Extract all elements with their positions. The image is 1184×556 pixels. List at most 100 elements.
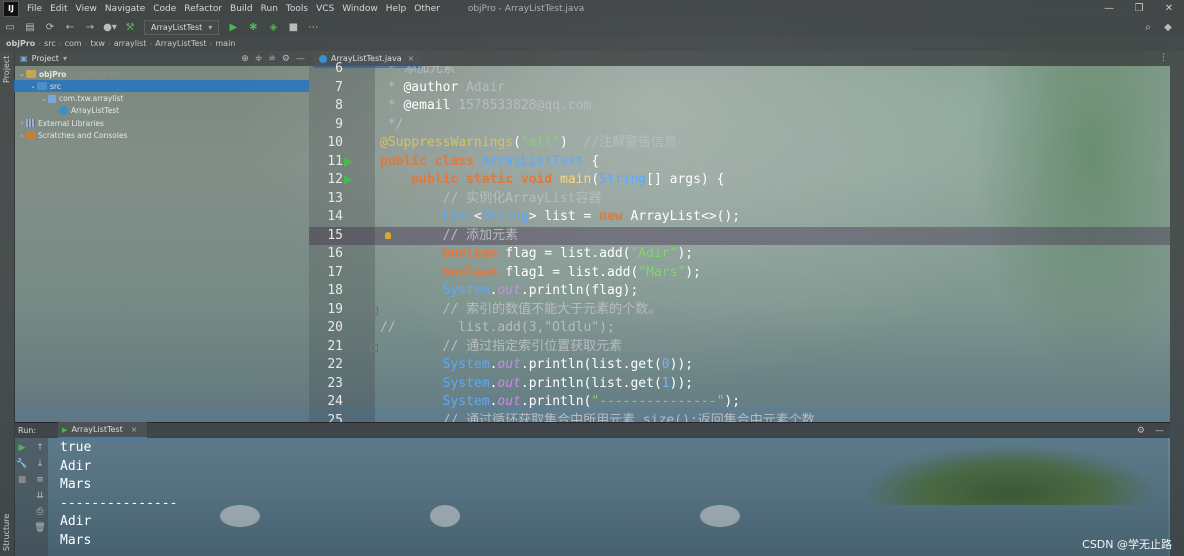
code-token: *	[380, 98, 404, 113]
run-configuration-select[interactable]: ArrayListTest ▾	[144, 19, 220, 35]
gear-icon[interactable]: ⚙	[1137, 426, 1145, 436]
run-panel-label: Run:	[18, 426, 37, 435]
back-icon[interactable]: ←	[63, 21, 77, 33]
menu-item-view[interactable]: View	[72, 4, 101, 14]
console-line: Adir	[60, 458, 92, 474]
breadcrumb-item[interactable]: src	[41, 39, 59, 48]
editor-menu-icon[interactable]: ⋮	[1159, 53, 1168, 63]
more-actions-icon[interactable]: ⋯	[306, 21, 320, 33]
breadcrumb-item[interactable]: txw	[88, 39, 108, 48]
code-token: List	[442, 209, 474, 224]
run-icon[interactable]: ▶	[226, 21, 240, 33]
build-hammer-icon[interactable]: ⚒	[123, 21, 137, 33]
code-token: @email	[403, 98, 451, 113]
menu-item-run[interactable]: Run	[257, 4, 282, 14]
forward-icon[interactable]: →	[83, 21, 97, 33]
tree-item[interactable]: ⌄ objPro F:\code\objPro	[14, 68, 122, 80]
debug-icon[interactable]: ✱	[246, 21, 260, 33]
ide-logo-icon[interactable]: ◆	[1161, 21, 1175, 33]
menu-item-other[interactable]: Other	[410, 4, 444, 14]
line-number: 18	[327, 283, 343, 298]
run-gutter-icon[interactable]	[344, 156, 352, 167]
up-icon[interactable]: ↑	[34, 443, 46, 453]
chevron-down-icon[interactable]: ▾	[63, 54, 67, 63]
trash-icon[interactable]: 🗑	[34, 523, 46, 533]
tree-item[interactable]: › External Libraries	[14, 117, 104, 129]
tree-expand-icon[interactable]: ⌄	[29, 82, 37, 90]
search-icon[interactable]: ⌕	[1141, 21, 1155, 33]
locate-icon[interactable]: ⊕	[241, 54, 249, 64]
tree-expand-icon[interactable]: ⌄	[40, 95, 48, 103]
editor-gutter[interactable]: 6 7 8 9 10 11 12 13 14 15 16 17 18 19 20 21 22 23 24 25	[309, 61, 391, 428]
tree-expand-icon[interactable]: ›	[18, 119, 26, 127]
line-number: 6	[335, 61, 343, 76]
coverage-icon[interactable]: ◈	[266, 21, 280, 33]
tree-item[interactable]: ⌄ src	[14, 80, 309, 93]
breadcrumb-item[interactable]: com	[62, 39, 85, 48]
minimize-button[interactable]: —	[1094, 0, 1124, 18]
console-line: ---------------	[60, 495, 178, 511]
tree-item[interactable]: ⌄ com.txw.arraylist	[14, 93, 123, 105]
code-token: // 通过循环获取集合中所用元素 size():返回集合中元素个数	[442, 412, 815, 423]
breadcrumb-item[interactable]: main	[212, 39, 238, 48]
structure-tool-tab[interactable]: Structure	[2, 514, 11, 551]
print-icon[interactable]: ⎙	[34, 507, 46, 517]
code-line: // 索引的数值不能大于元素的个数。	[380, 301, 661, 320]
code-editor[interactable]: * 添加元素 * @author Adair * @email 15785338…	[375, 66, 1170, 422]
sync-icon[interactable]: ⟳	[43, 21, 57, 33]
collapse-all-icon[interactable]: ≐	[268, 54, 276, 64]
code-token: .println(	[520, 394, 592, 409]
project-panel-title[interactable]: Project	[32, 54, 59, 63]
wrench-icon[interactable]: 🔧	[16, 459, 28, 469]
stop-icon[interactable]: ■	[16, 475, 28, 485]
code-token: {	[583, 153, 600, 169]
soft-wrap-icon[interactable]: ≡	[34, 475, 46, 485]
console-output[interactable]: true Adir Mars --------------- Adir Mars	[48, 437, 1168, 556]
menu-item-tools[interactable]: Tools	[282, 4, 312, 14]
hide-icon[interactable]: —	[296, 54, 305, 64]
expand-all-icon[interactable]: ≑	[255, 54, 263, 64]
rerun-icon[interactable]: ▶	[16, 443, 28, 453]
menu-item-edit[interactable]: Edit	[46, 4, 71, 14]
open-folder-icon[interactable]: ▭	[3, 21, 17, 33]
menu-item-help[interactable]: Help	[382, 4, 411, 14]
menu-item-file[interactable]: File	[23, 4, 46, 14]
user-icon[interactable]: ●▾	[103, 21, 117, 33]
stop-icon[interactable]: ■	[286, 21, 300, 33]
close-tab-icon[interactable]: ×	[131, 425, 138, 434]
run-gutter-icon[interactable]	[344, 175, 352, 185]
maximize-button[interactable]: ❐	[1124, 0, 1154, 18]
close-tab-icon[interactable]: ×	[408, 54, 415, 63]
scroll-to-end-icon[interactable]: ⇊	[34, 491, 46, 501]
run-tab-label: ArrayListTest	[71, 425, 123, 434]
hide-icon[interactable]: —	[1155, 426, 1164, 436]
close-button[interactable]: ✕	[1154, 0, 1184, 18]
tree-item[interactable]: ArrayListTest	[14, 105, 119, 117]
code-token: System	[442, 375, 490, 391]
menu-item-refactor[interactable]: Refactor	[180, 4, 226, 14]
gear-icon[interactable]: ⚙	[282, 54, 290, 64]
code-token: 0	[661, 357, 670, 372]
menu-item-navigate[interactable]: Navigate	[101, 4, 149, 14]
tree-expand-icon[interactable]: ›	[18, 132, 26, 140]
breadcrumb-item[interactable]: objPro	[0, 39, 38, 48]
project-tool-tab[interactable]: Project	[2, 56, 11, 83]
line-number: 10	[327, 135, 343, 150]
code-line: * @email 1578533828@qq.com	[380, 97, 592, 116]
right-tool-stripe	[1170, 51, 1184, 556]
tree-expand-icon[interactable]: ⌄	[18, 70, 26, 78]
down-icon[interactable]: ↓	[34, 459, 46, 469]
menu-item-build[interactable]: Build	[226, 4, 257, 14]
menu-item-code[interactable]: Code	[149, 4, 180, 14]
code-token: .println(list.get(	[520, 357, 662, 372]
save-icon[interactable]: ▤	[23, 21, 37, 33]
code-token: "Adir"	[630, 246, 678, 261]
scratch-icon	[26, 131, 35, 140]
breadcrumb-item[interactable]: ArrayListTest	[152, 39, 209, 48]
tree-item[interactable]: › Scratches and Consoles	[14, 130, 127, 142]
menu-item-vcs[interactable]: VCS	[312, 4, 338, 14]
menu-item-window[interactable]: Window	[338, 4, 382, 14]
breadcrumb-item[interactable]: arraylist	[111, 39, 150, 48]
